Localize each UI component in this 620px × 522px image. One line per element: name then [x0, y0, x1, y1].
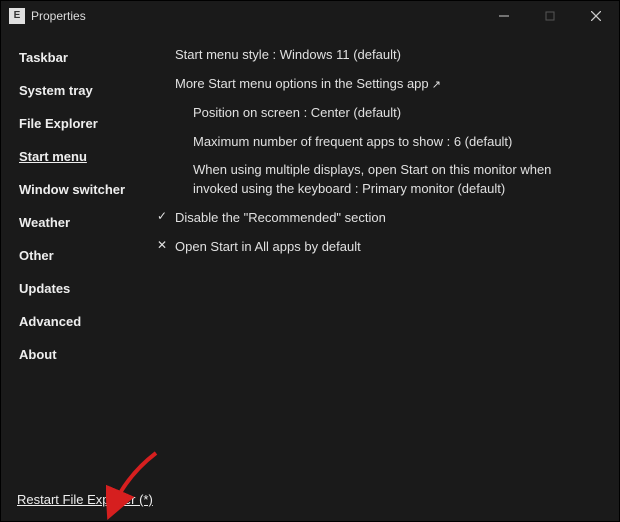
setting-position-on-screen[interactable]: Position on screen : Center (default): [157, 99, 599, 128]
content-area: Taskbar System tray File Explorer Start …: [1, 31, 619, 521]
sub-settings: Position on screen : Center (default) Ma…: [157, 99, 599, 204]
toggle-open-all-apps[interactable]: ✕ Open Start in All apps by default: [157, 233, 599, 262]
sidebar-item-taskbar[interactable]: Taskbar: [19, 41, 68, 74]
setting-label: Maximum number of frequent apps to show …: [193, 133, 599, 152]
external-link-label: More Start menu options in the Settings …: [175, 75, 599, 94]
toggle-label: Open Start in All apps by default: [175, 238, 599, 257]
window-title: Properties: [31, 9, 86, 23]
titlebar: E Properties: [1, 1, 619, 31]
sidebar-item-system-tray[interactable]: System tray: [19, 74, 93, 107]
toggle-label: Disable the "Recommended" section: [175, 209, 599, 228]
setting-max-frequent-apps[interactable]: Maximum number of frequent apps to show …: [157, 128, 599, 157]
link-more-start-options[interactable]: More Start menu options in the Settings …: [157, 70, 599, 99]
sidebar-item-about[interactable]: About: [19, 338, 57, 371]
maximize-button[interactable]: [527, 1, 573, 31]
setting-label: When using multiple displays, open Start…: [193, 161, 599, 199]
sidebar-item-window-switcher[interactable]: Window switcher: [19, 173, 125, 206]
sidebar-item-file-explorer[interactable]: File Explorer: [19, 107, 98, 140]
restart-file-explorer-link[interactable]: Restart File Explorer (*): [17, 492, 153, 507]
setting-label: Start menu style : Windows 11 (default): [175, 46, 599, 65]
sidebar-item-other[interactable]: Other: [19, 239, 54, 272]
minimize-button[interactable]: [481, 1, 527, 31]
main-panel: Start menu style : Windows 11 (default) …: [151, 31, 619, 521]
setting-start-menu-style[interactable]: Start menu style : Windows 11 (default): [157, 41, 599, 70]
app-icon: E: [9, 8, 25, 24]
sidebar-item-advanced[interactable]: Advanced: [19, 305, 81, 338]
sidebar-item-start-menu[interactable]: Start menu: [19, 140, 87, 173]
toggle-disable-recommended[interactable]: ✓ Disable the "Recommended" section: [157, 204, 599, 233]
setting-label: Position on screen : Center (default): [193, 104, 599, 123]
check-icon: ✓: [157, 209, 175, 223]
sidebar-item-updates[interactable]: Updates: [19, 272, 70, 305]
cross-icon: ✕: [157, 238, 175, 252]
sidebar-item-weather[interactable]: Weather: [19, 206, 70, 239]
close-button[interactable]: [573, 1, 619, 31]
sidebar: Taskbar System tray File Explorer Start …: [1, 31, 151, 521]
setting-multi-display[interactable]: When using multiple displays, open Start…: [157, 156, 599, 204]
window-controls: [481, 1, 619, 31]
